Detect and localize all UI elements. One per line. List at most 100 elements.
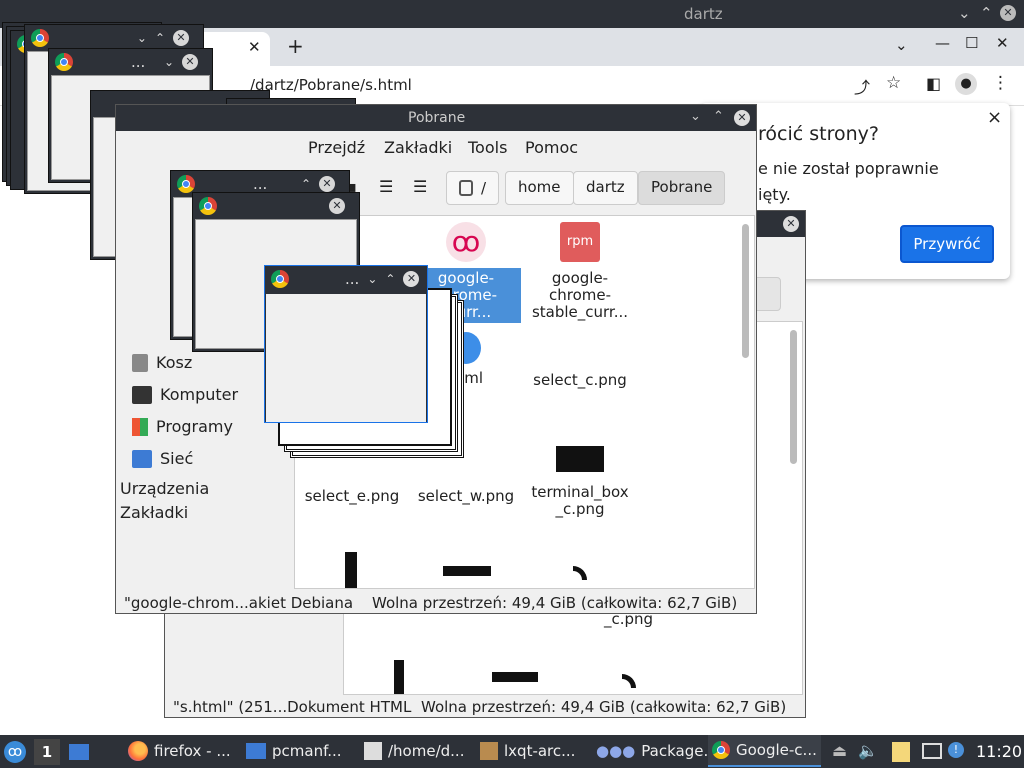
- task-firefox[interactable]: firefox - ...: [124, 735, 235, 767]
- close-icon[interactable]: ✕: [173, 30, 189, 46]
- image-thumb[interactable]: [345, 552, 357, 588]
- image-thumb[interactable]: [622, 674, 636, 688]
- sidebar-item-network[interactable]: Sieć: [132, 449, 193, 468]
- focused-chrome-popup: ... ⌄ ⌃ ✕: [264, 265, 428, 423]
- task-label: lxqt-arc...: [504, 742, 576, 760]
- show-desktop-icon[interactable]: [69, 744, 89, 760]
- sidebar-item-trash[interactable]: Kosz: [132, 353, 192, 372]
- package-icon: ●●●: [596, 742, 636, 760]
- status-selection: "google-chrom...akiet Debiana: [124, 594, 354, 612]
- close-icon[interactable]: ✕: [182, 54, 198, 70]
- task-editor[interactable]: /home/d...: [360, 735, 468, 767]
- image-thumb[interactable]: [394, 660, 404, 694]
- image-thumb[interactable]: [443, 566, 491, 576]
- dialog-close-icon[interactable]: ×: [987, 107, 1002, 128]
- clipboard-icon[interactable]: [892, 742, 910, 762]
- task-archiver[interactable]: lxqt-arc...: [476, 735, 579, 767]
- menu-bookmarks[interactable]: Zakładki: [384, 138, 452, 157]
- tab-search-icon[interactable]: ⌄: [895, 36, 908, 54]
- minimize-icon[interactable]: ⌄: [367, 272, 377, 286]
- path-root-label: /: [481, 179, 487, 197]
- path-pobrane-button[interactable]: Pobrane: [638, 171, 726, 205]
- status-free-space: Wolna przestrzeń: 49,4 GiB (całkowita: 6…: [372, 594, 738, 612]
- minimize-icon[interactable]: ⌄: [690, 109, 701, 124]
- path-dartz-button[interactable]: dartz: [573, 171, 638, 205]
- chrome-icon: [177, 175, 195, 193]
- scrollbar[interactable]: [742, 224, 749, 358]
- scrollbar[interactable]: [790, 330, 797, 464]
- path-root-button[interactable]: /: [446, 171, 500, 205]
- file-label: select_c.png: [533, 371, 627, 389]
- maximize-icon[interactable]: ⌃: [713, 109, 724, 124]
- restore-button[interactable]: Przywróć: [900, 225, 994, 263]
- close-icon[interactable]: ✕: [329, 198, 345, 214]
- new-tab-button[interactable]: +: [287, 34, 304, 58]
- popup-body: [266, 294, 426, 422]
- side-panel-icon[interactable]: ◧: [926, 74, 941, 93]
- task-label: /home/d...: [388, 742, 465, 760]
- desktop-switcher[interactable]: 1: [34, 739, 60, 765]
- file-item[interactable]: rpm google- chrome- stable_curr...: [525, 222, 635, 321]
- file-label: terminal_box _c.png: [531, 483, 629, 518]
- start-menu-button[interactable]: ꝏ: [4, 741, 26, 763]
- close-icon[interactable]: ✕: [734, 110, 750, 126]
- network-icon[interactable]: [922, 743, 942, 759]
- menu-tools[interactable]: Tools: [468, 138, 507, 157]
- tab-close-icon[interactable]: ✕: [248, 38, 261, 56]
- menu-kebab-icon[interactable]: ⋮: [992, 73, 1009, 93]
- task-label: Package...: [641, 742, 718, 760]
- file-item[interactable]: select_c.png: [525, 332, 635, 389]
- ghost-title: ...: [253, 175, 268, 193]
- image-thumb[interactable]: [492, 672, 538, 682]
- bookmark-star-icon[interactable]: ☆: [886, 73, 901, 93]
- sidebar-section-bookmarks[interactable]: Zakładki: [120, 503, 188, 522]
- path-home-button[interactable]: home: [505, 171, 574, 205]
- archive-icon: [480, 742, 498, 760]
- menu-go[interactable]: Przejdź: [308, 138, 365, 157]
- view-detail-icon[interactable]: ☰: [413, 177, 427, 196]
- file-item[interactable]: terminal_box _c.png: [525, 446, 635, 518]
- task-pcmanfm[interactable]: pcmanf...: [242, 735, 346, 767]
- address-bar[interactable]: /dartz/Pobrane/s.html: [250, 76, 412, 94]
- file-label: google- chrome- stable_curr...: [531, 269, 629, 321]
- minimize-icon[interactable]: ⌄: [958, 4, 971, 22]
- fm-front-titlebar: Pobrane ⌄ ⌃ ✕: [116, 105, 756, 131]
- minimize-icon[interactable]: —: [935, 34, 950, 52]
- image-thumb[interactable]: [573, 566, 587, 580]
- maximize-icon[interactable]: ⌃: [980, 4, 993, 22]
- window-title: dartz: [684, 5, 723, 23]
- computer-icon: [132, 385, 152, 404]
- programs-icon: [132, 417, 148, 436]
- task-chrome[interactable]: Google-c...: [708, 735, 821, 767]
- status-free-space: Wolna przestrzeń: 49,4 GiB (całkowita: 6…: [421, 698, 787, 716]
- window-title: Pobrane: [408, 110, 466, 126]
- chrome-icon: [55, 53, 73, 71]
- close-icon[interactable]: ✕: [403, 271, 420, 287]
- sidebar-item-programs[interactable]: Programy: [132, 417, 233, 436]
- close-icon[interactable]: ✕: [783, 216, 799, 232]
- close-icon[interactable]: ✕: [319, 176, 335, 192]
- close-icon[interactable]: ✕: [996, 34, 1009, 52]
- chrome-icon: [271, 270, 289, 288]
- notification-icon[interactable]: !: [948, 742, 964, 758]
- maximize-icon[interactable]: ⌃: [385, 272, 395, 286]
- close-icon[interactable]: ✕: [1000, 5, 1016, 21]
- volume-icon[interactable]: 🔈: [858, 741, 878, 760]
- menu-help[interactable]: Pomoc: [525, 138, 578, 157]
- clock[interactable]: 11:20: [976, 742, 1022, 761]
- sidebar-item-computer[interactable]: Komputer: [132, 385, 238, 404]
- sidebar-section-devices[interactable]: Urządzenia: [120, 479, 209, 498]
- statusbar: "google-chrom...akiet Debiana Wolna prze…: [116, 593, 756, 613]
- share-icon[interactable]: ⤴: [854, 74, 870, 98]
- menubar: Przejdź Zakładki Tools Pomoc: [116, 133, 756, 163]
- task-packages[interactable]: ●●● Package...: [592, 735, 722, 767]
- debian-swirl-icon: ꝏ: [446, 222, 486, 262]
- dialog-text-1: e nie został poprawnie: [758, 159, 939, 178]
- profile-avatar-icon[interactable]: ●: [955, 73, 977, 95]
- maximize-icon[interactable]: ☐: [965, 34, 978, 52]
- view-list-icon[interactable]: ☰: [379, 177, 393, 196]
- chrome-icon: [31, 29, 49, 47]
- taskbar: ꝏ 1 firefox - ... pcmanf... /home/d... l…: [0, 735, 1024, 768]
- image-icon: [525, 332, 635, 364]
- tray-disk-icon[interactable]: ⏏: [832, 741, 847, 760]
